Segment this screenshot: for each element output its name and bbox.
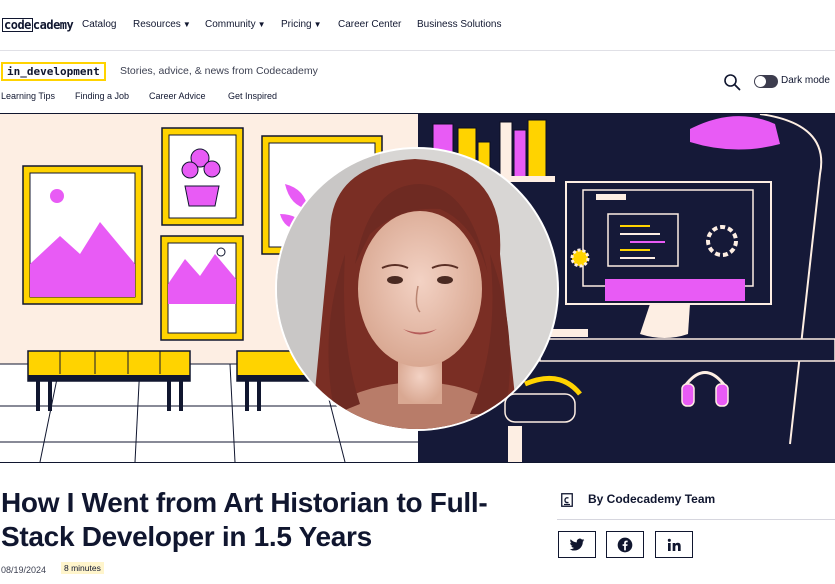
dark-mode-label: Dark mode — [781, 75, 830, 86]
twitter-icon — [569, 538, 585, 551]
share-facebook-button[interactable] — [606, 531, 644, 558]
linkedin-icon — [667, 538, 681, 551]
blog-badge[interactable]: in_development — [1, 62, 106, 81]
nav-label: Community — [205, 19, 256, 30]
nav-label: Career Center — [338, 19, 402, 30]
share-twitter-button[interactable] — [558, 531, 596, 558]
subnav-finding-a-job[interactable]: Finding a Job — [75, 91, 129, 101]
article-author[interactable]: By Codecademy Team — [588, 492, 715, 506]
article-title: How I Went from Art Historian to Full-St… — [1, 487, 488, 552]
subnav-career-advice[interactable]: Career Advice — [149, 91, 206, 101]
hero-image — [0, 113, 835, 463]
read-time-badge: 8 minutes — [61, 562, 104, 574]
share-linkedin-button[interactable] — [655, 531, 693, 558]
chevron-down-icon: ▼ — [313, 20, 322, 29]
nav-item-resources[interactable]: Resources ▼ — [133, 19, 191, 30]
codecademy-logo[interactable]: code cademy — [2, 17, 74, 33]
author-divider — [557, 519, 835, 520]
nav-item-community[interactable]: Community ▼ — [205, 19, 266, 30]
blog-tagline: Stories, advice, & news from Codecademy — [120, 65, 318, 77]
chevron-down-icon: ▼ — [257, 20, 266, 29]
subnav-get-inspired[interactable]: Get Inspired — [228, 91, 277, 101]
article-date: 08/19/2024 — [1, 565, 47, 575]
top-navigation: code cademy Catalog Resources ▼ Community ▼… — [0, 0, 835, 51]
search-icon[interactable] — [723, 73, 741, 91]
logo-box-text: code — [2, 18, 33, 32]
nav-label: Resources — [133, 19, 181, 30]
nav-item-pricing[interactable]: Pricing ▼ — [281, 19, 322, 30]
nav-label: Business Solutions — [417, 19, 502, 30]
nav-item-career-center[interactable]: Career Center — [338, 19, 401, 30]
chevron-down-icon: ▼ — [182, 20, 191, 29]
dark-mode-toggle[interactable] — [754, 75, 778, 88]
nav-item-business-solutions[interactable]: Business Solutions — [417, 19, 502, 30]
hero-illustration — [0, 114, 835, 462]
nav-label: Catalog — [82, 19, 117, 30]
codecademy-logo-icon — [561, 493, 573, 507]
nav-item-catalog[interactable]: Catalog — [82, 19, 116, 30]
logo-rest-text: cademy — [32, 18, 74, 32]
toggle-knob — [755, 76, 766, 87]
facebook-icon — [617, 537, 633, 552]
subnav-learning-tips[interactable]: Learning Tips — [1, 91, 55, 101]
nav-label: Pricing — [281, 19, 312, 30]
